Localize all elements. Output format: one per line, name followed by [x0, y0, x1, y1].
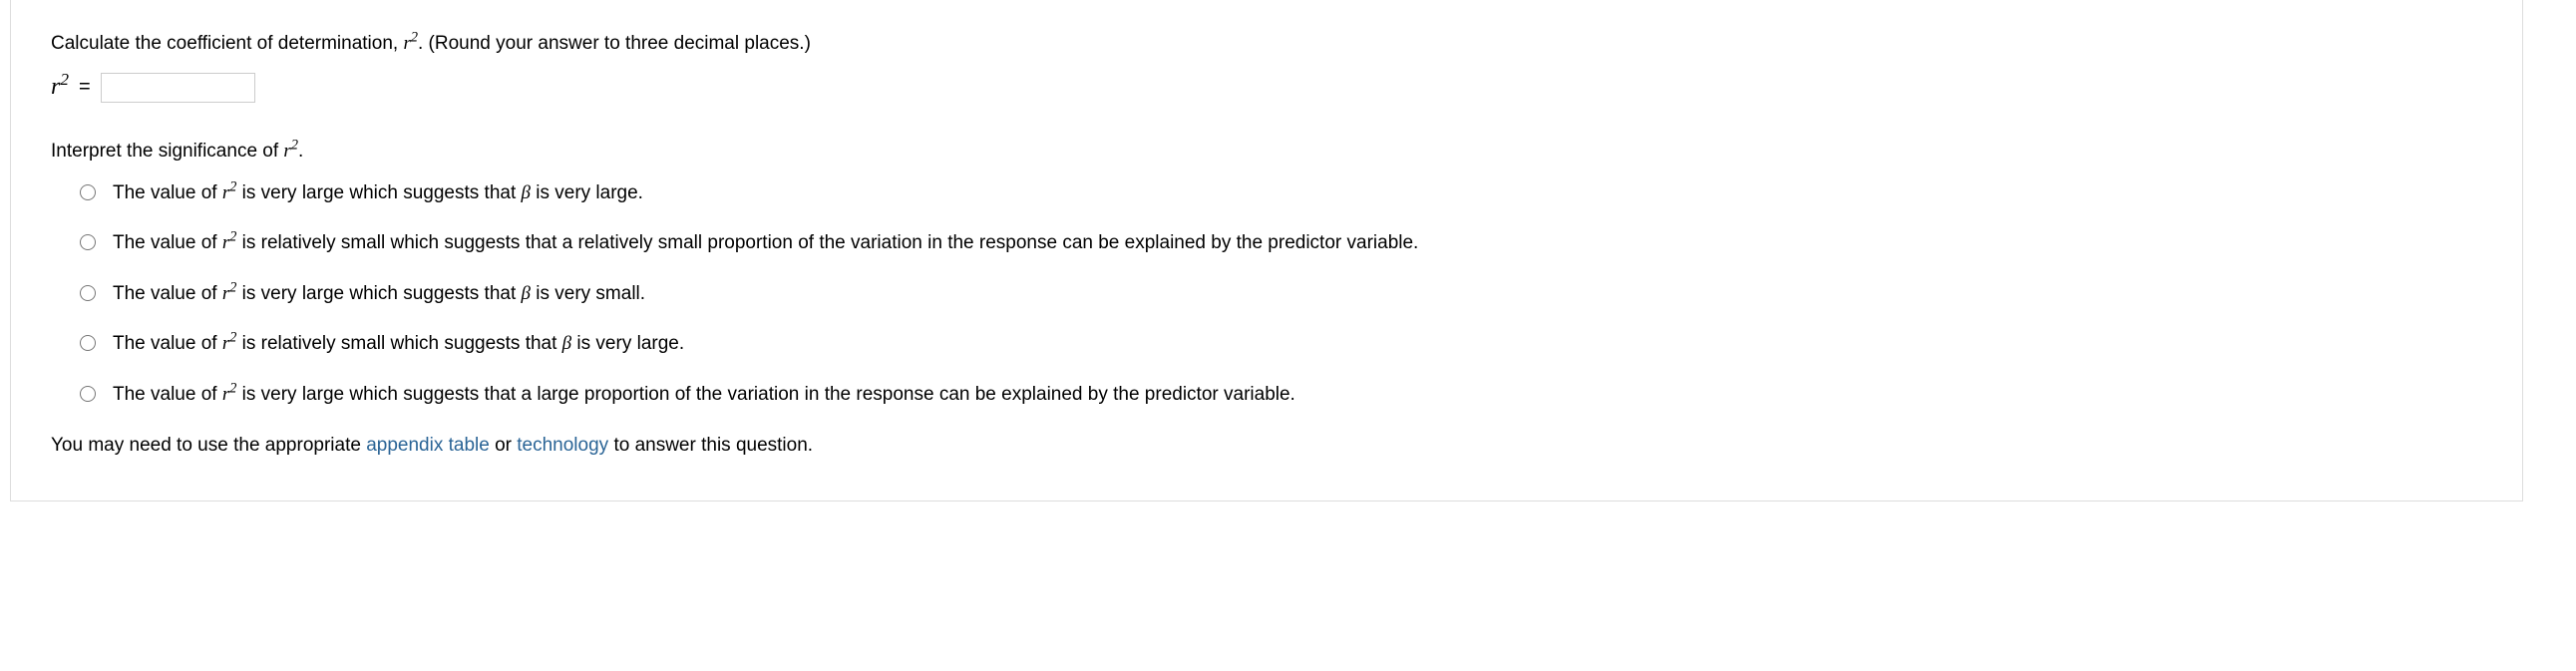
r-squared-symbol: r2 [222, 182, 237, 203]
r-squared-symbol: r2 [283, 141, 298, 162]
hint-line: You may need to use the appropriate appe… [51, 432, 2482, 461]
interpret-text-2: . [298, 141, 303, 162]
beta-symbol: β [522, 283, 531, 304]
equals-sign: = [79, 76, 91, 99]
option-radio-3[interactable] [80, 285, 96, 301]
option-radio-5[interactable] [80, 386, 96, 402]
option-text-5: The value of r2 is very large which sugg… [113, 382, 1295, 409]
technology-link[interactable]: technology [517, 435, 608, 456]
option-radio-2[interactable] [80, 234, 96, 250]
appendix-table-link[interactable]: appendix table [366, 435, 490, 456]
option-text-2: The value of r2 is relatively small whic… [113, 230, 1418, 257]
hint-text-3: to answer this question. [608, 435, 813, 456]
option-row-1[interactable]: The value of r2 is very large which sugg… [75, 180, 2482, 207]
prompt-text-1: Calculate the coefficient of determinati… [51, 33, 403, 54]
option-text-4: The value of r2 is relatively small whic… [113, 331, 684, 358]
r-squared-symbol: r2 [222, 283, 237, 304]
prompt-text-2: . (Round your answer to three decimal pl… [418, 33, 811, 54]
r-squared-symbol: r2 [403, 33, 418, 54]
option-row-3[interactable]: The value of r2 is very large which sugg… [75, 281, 2482, 308]
answer-input-row: r2 = [51, 73, 2482, 103]
r-squared-symbol: r2 [222, 232, 237, 253]
options-group: The value of r2 is very large which sugg… [75, 180, 2482, 409]
question-container: Calculate the coefficient of determinati… [10, 0, 2523, 502]
option-row-2[interactable]: The value of r2 is relatively small whic… [75, 230, 2482, 257]
option-text-3: The value of r2 is very large which sugg… [113, 281, 645, 308]
hint-text-2: or [490, 435, 517, 456]
r-squared-symbol: r2 [222, 333, 237, 354]
r-squared-label: r2 [51, 74, 69, 101]
beta-symbol: β [562, 333, 571, 354]
option-row-4[interactable]: The value of r2 is relatively small whic… [75, 331, 2482, 358]
r-squared-input[interactable] [101, 73, 255, 103]
interpret-prompt: Interpret the significance of r2. [51, 141, 2482, 163]
r-squared-symbol: r2 [222, 384, 237, 405]
option-radio-1[interactable] [80, 184, 96, 200]
interpret-text-1: Interpret the significance of [51, 141, 283, 162]
option-row-5[interactable]: The value of r2 is very large which sugg… [75, 382, 2482, 409]
main-prompt: Calculate the coefficient of determinati… [51, 30, 2482, 59]
beta-symbol: β [522, 182, 531, 203]
hint-text-1: You may need to use the appropriate [51, 435, 366, 456]
option-text-1: The value of r2 is very large which sugg… [113, 180, 643, 207]
option-radio-4[interactable] [80, 335, 96, 351]
